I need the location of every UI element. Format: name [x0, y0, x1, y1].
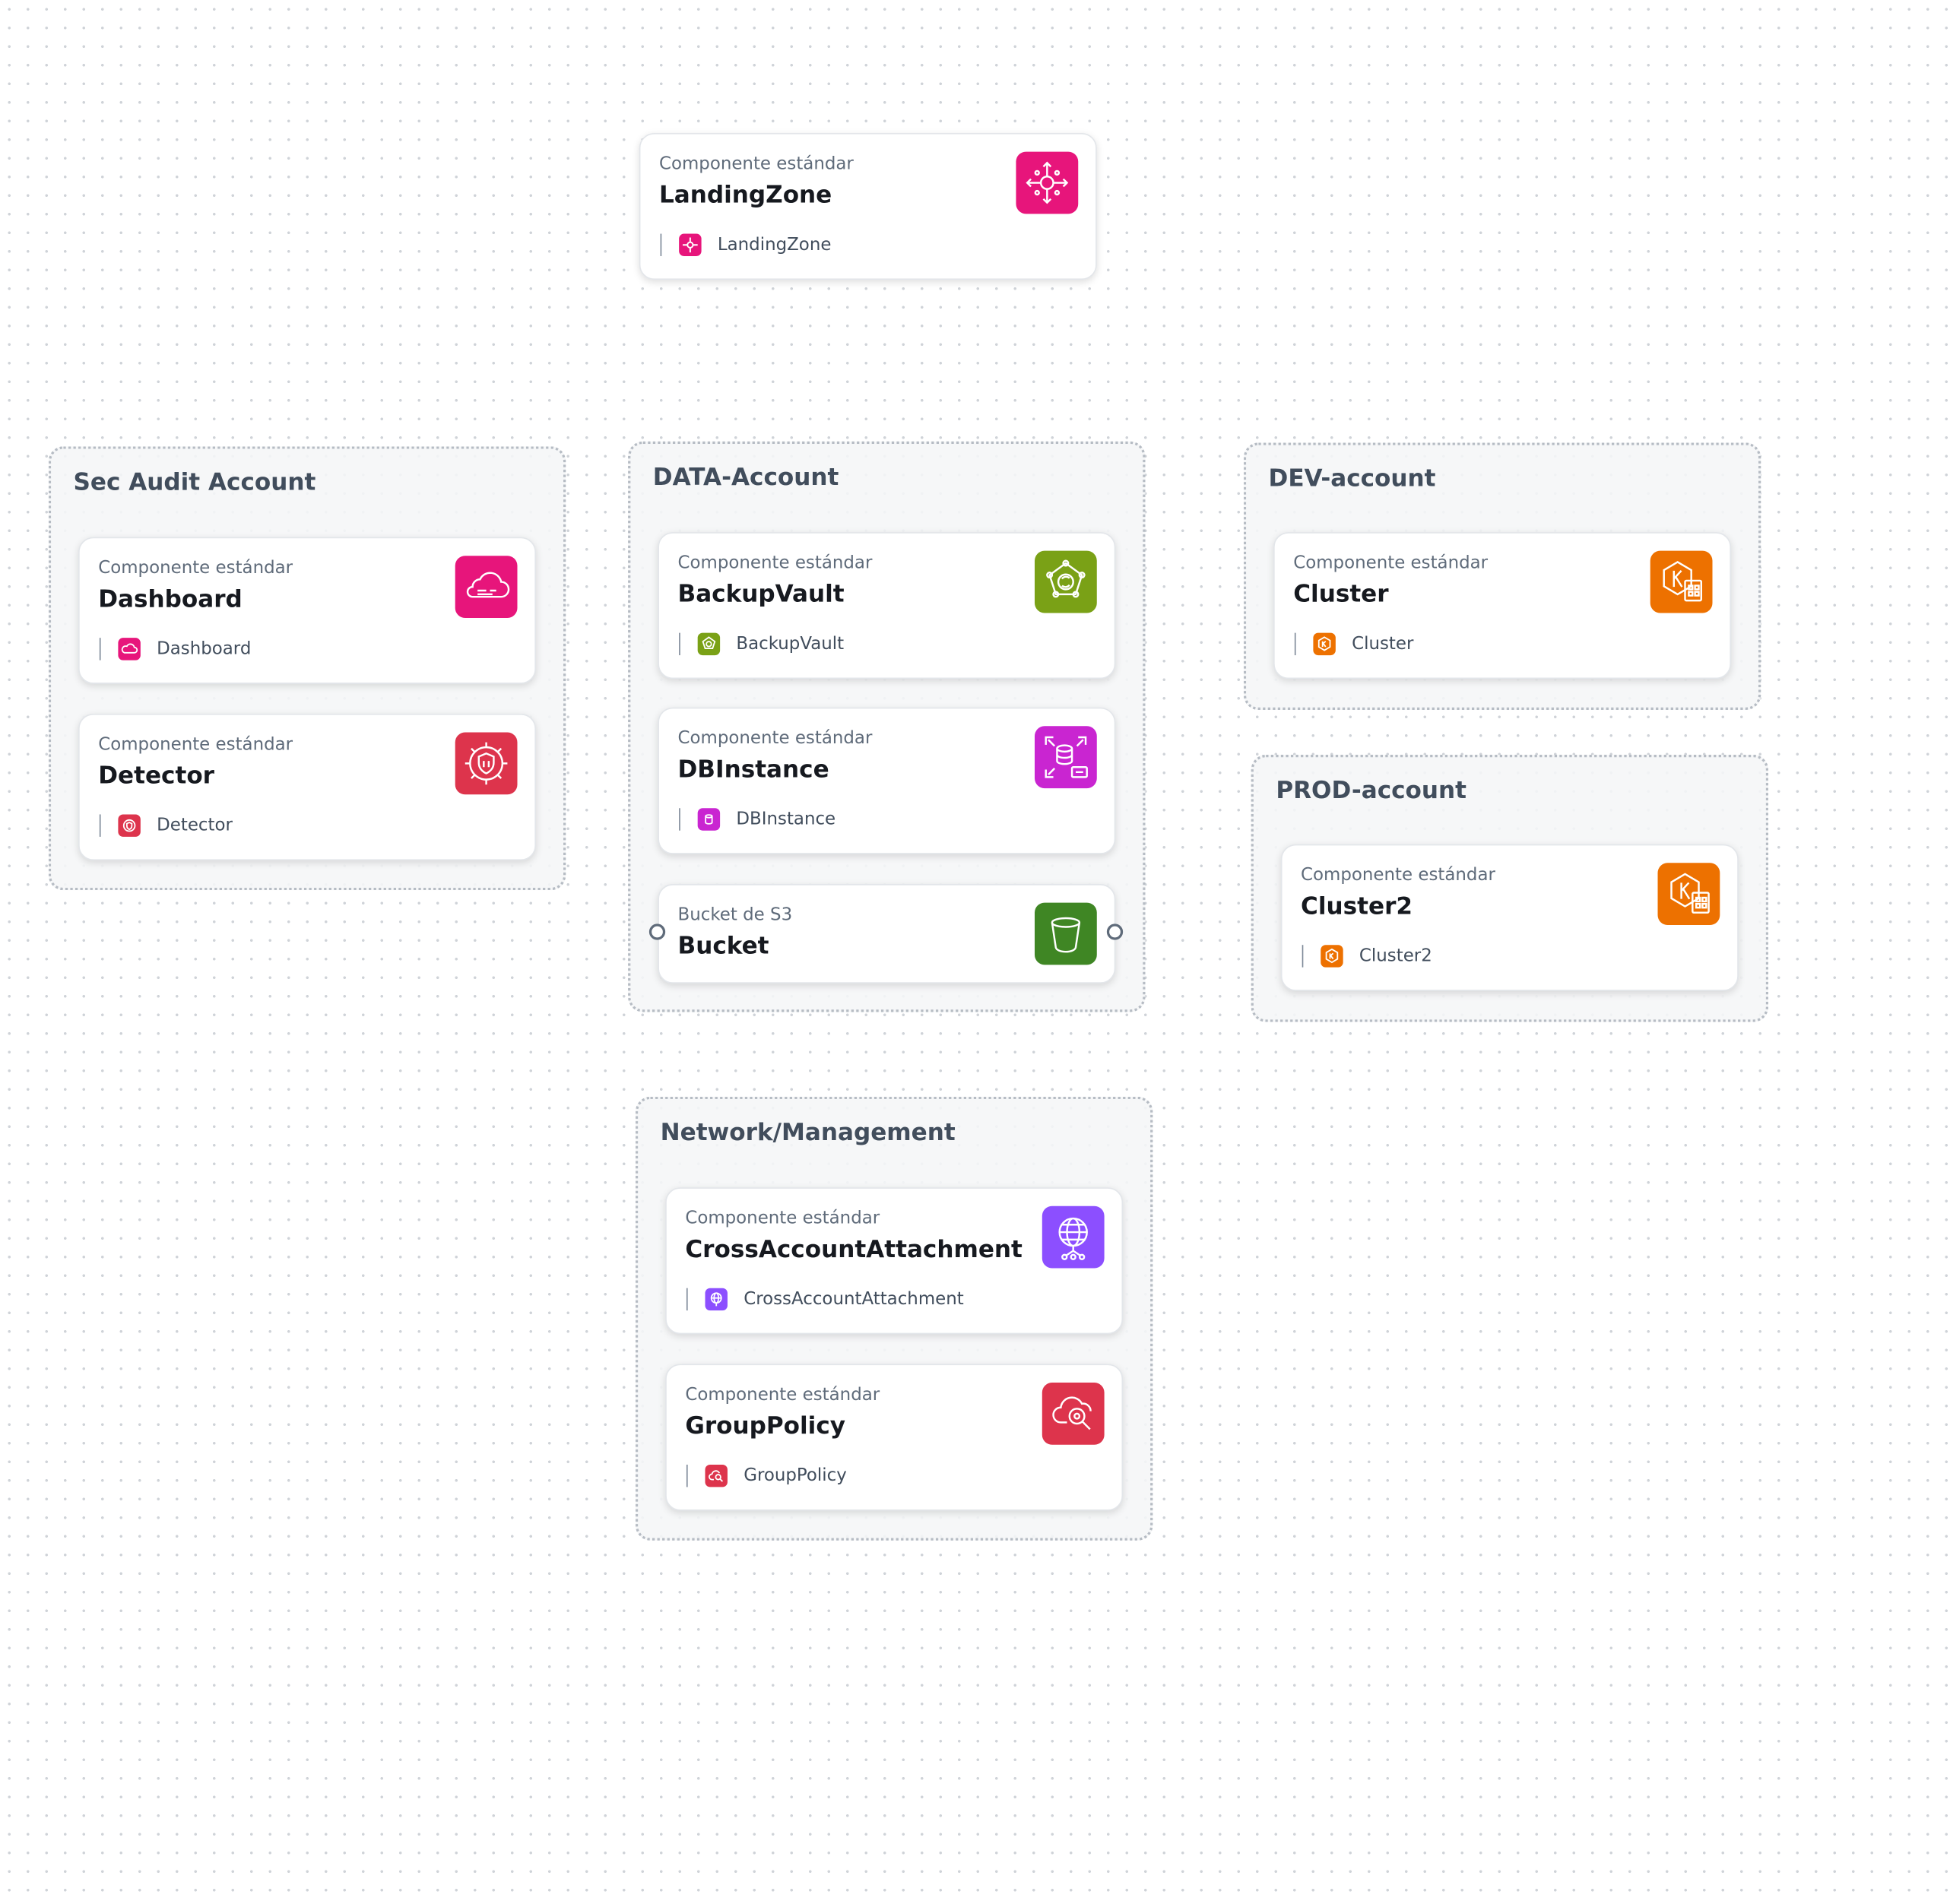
group-title: DEV-account: [1268, 464, 1436, 493]
connection-handle-left[interactable]: [648, 923, 666, 940]
card-title: BackupVault: [677, 580, 845, 608]
dashboard-cloud-icon: [455, 556, 518, 618]
card-resource-row: CrossAccountAttachment: [686, 1285, 964, 1313]
landing-zone-icon: [1016, 151, 1079, 214]
kubernetes-cluster-icon: [1657, 863, 1720, 926]
card-bucket[interactable]: Bucket de S3 Bucket: [658, 884, 1116, 984]
detector-shield-gear-icon: [118, 814, 141, 837]
backup-vault-icon: [1034, 550, 1097, 613]
card-resource-label: GroupPolicy: [744, 1465, 847, 1486]
card-resource-label: Detector: [157, 816, 233, 836]
card-type-label: Componente estándar: [98, 558, 293, 578]
card-resource-row: BackupVault: [679, 630, 844, 657]
cloud-policy-search-icon: [1042, 1383, 1105, 1445]
kubernetes-cluster-icon: [1321, 945, 1343, 968]
sub-divider: [1294, 632, 1296, 656]
db-instance-icon: [1034, 726, 1097, 789]
sub-divider: [686, 1288, 688, 1311]
card-resource-row: Cluster2: [1302, 942, 1432, 970]
card-type-label: Componente estándar: [685, 1385, 880, 1405]
card-resource-label: Dashboard: [157, 638, 252, 659]
card-type-label: Componente estándar: [677, 553, 873, 574]
card-resource-row: Dashboard: [99, 635, 252, 663]
card-landing-zone[interactable]: Componente estándar LandingZone LandingZ…: [639, 133, 1097, 280]
s3-bucket-icon: [1034, 902, 1097, 965]
kubernetes-cluster-icon: [1313, 632, 1336, 656]
sub-divider: [99, 814, 101, 837]
globe-network-icon: [705, 1288, 728, 1311]
card-type-label: Componente estándar: [98, 734, 293, 755]
card-group-policy[interactable]: Componente estándar GroupPolicy GroupPol…: [665, 1364, 1124, 1511]
diagram-canvas[interactable]: Componente estándar LandingZone LandingZ…: [0, 0, 1950, 1902]
card-title: CrossAccountAttachment: [685, 1235, 1023, 1263]
card-type-label: Componente estándar: [677, 728, 873, 749]
card-cluster[interactable]: Componente estándar Cluster Cluster: [1273, 532, 1732, 680]
globe-network-icon: [1042, 1205, 1105, 1269]
card-type-label: Componente estándar: [658, 154, 854, 175]
connection-handle-right[interactable]: [1106, 923, 1124, 940]
card-resource-label: DBInstance: [736, 809, 836, 830]
card-resource-label: Cluster: [1352, 634, 1414, 654]
backup-vault-icon: [697, 632, 721, 656]
landing-zone-icon: [679, 233, 702, 256]
card-resource-label: Cluster2: [1359, 946, 1432, 967]
card-title: Bucket: [677, 932, 769, 960]
db-instance-icon: [697, 808, 721, 831]
card-resource-row: LandingZone: [660, 231, 832, 258]
card-title: Cluster: [1293, 580, 1389, 608]
group-title: DATA-Account: [652, 464, 839, 492]
card-title: LandingZone: [658, 181, 832, 209]
dashboard-cloud-icon: [118, 638, 141, 661]
card-type-label: Componente estándar: [1301, 865, 1495, 885]
cloud-policy-search-icon: [705, 1464, 728, 1487]
card-type-label: Bucket de S3: [677, 904, 793, 926]
card-cross-account-attachment[interactable]: Componente estándar CrossAccountAttachme…: [665, 1187, 1124, 1335]
sub-divider: [679, 632, 680, 656]
group-title: PROD-account: [1276, 777, 1467, 805]
card-resource-row: GroupPolicy: [686, 1462, 847, 1490]
card-resource-row: Detector: [99, 812, 233, 839]
card-detector[interactable]: Componente estándar Detector Detector: [78, 713, 537, 860]
card-type-label: Componente estándar: [685, 1208, 880, 1229]
card-resource-label: CrossAccountAttachment: [744, 1289, 964, 1310]
card-title: GroupPolicy: [685, 1412, 846, 1440]
card-resource-row: DBInstance: [679, 806, 835, 833]
card-resource-label: BackupVault: [736, 634, 845, 654]
card-resource-label: LandingZone: [717, 235, 832, 255]
card-title: Detector: [98, 762, 215, 790]
card-backup-vault[interactable]: Componente estándar BackupVault BackupVa…: [658, 532, 1116, 680]
sub-divider: [99, 638, 101, 661]
card-dashboard[interactable]: Componente estándar Dashboard Dashboard: [78, 537, 537, 684]
card-title: Cluster2: [1301, 892, 1413, 920]
sub-divider: [660, 233, 662, 256]
sub-divider: [679, 808, 680, 831]
card-cluster2[interactable]: Componente estándar Cluster2 Cluster2: [1280, 844, 1739, 991]
card-resource-row: Cluster: [1294, 630, 1414, 657]
card-db-instance[interactable]: Componente estándar DBInstance DBInstanc…: [658, 707, 1116, 854]
group-title: Network/Management: [660, 1119, 956, 1147]
detector-shield-gear-icon: [455, 732, 518, 795]
sub-divider: [1302, 945, 1304, 968]
card-type-label: Componente estándar: [1293, 553, 1489, 574]
card-title: DBInstance: [677, 756, 829, 784]
card-title: Dashboard: [98, 585, 243, 613]
kubernetes-cluster-icon: [1650, 550, 1713, 613]
sub-divider: [686, 1464, 688, 1487]
group-title: Sec Audit Account: [73, 468, 316, 496]
